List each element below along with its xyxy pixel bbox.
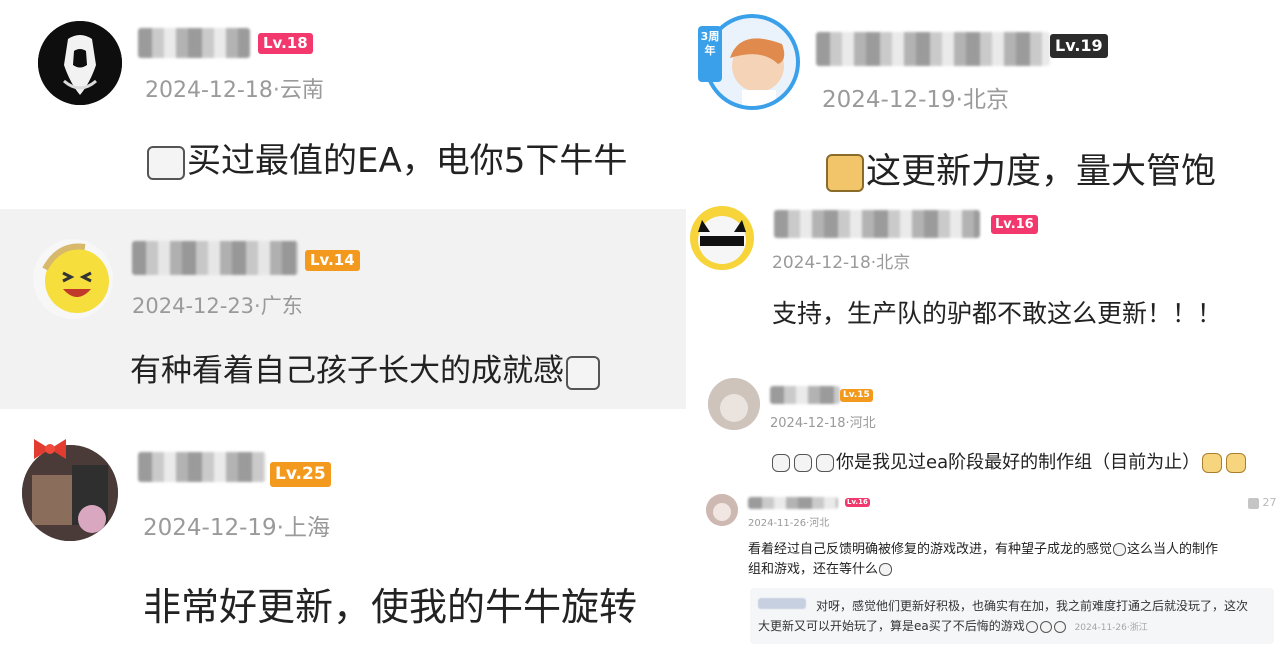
comment-date-location: 2024-12-23·广东 (132, 294, 303, 318)
comment-card-5: Lv.16 2024-12-18·北京 支持，生产队的驴都不敢这么更新！！！ (686, 196, 1280, 356)
comment-card-6: Lv.15 2024-12-18·河北 你是我见过ea阶段最好的制作组（目前为止… (700, 374, 1280, 479)
avatar[interactable] (38, 21, 122, 105)
bear-sticker-icon (1226, 453, 1247, 473)
sticker-icon (1053, 620, 1066, 633)
comment-date-location: 2024-12-19·上海 (143, 515, 330, 541)
avatar-photo-icon (708, 378, 760, 430)
level-badge: Lv.15 (840, 389, 873, 402)
level-badge: Lv.25 (270, 462, 331, 487)
username-blurred[interactable] (816, 32, 1050, 66)
peeking-face-sticker-icon (566, 355, 600, 390)
avatar[interactable] (706, 494, 738, 526)
reply-box[interactable]: 对呀，感觉他们更新好积极，也确实有在加，我之前难度打通之后就没玩了，这次 大更新… (750, 588, 1274, 644)
username-blurred[interactable] (770, 386, 840, 404)
avatar-photo-icon (706, 494, 738, 526)
comment-card-4: 3周年 Lv.19 2024-12-19·北京 这更新力度，量大管饱 (690, 0, 1280, 195)
username-blurred[interactable] (132, 241, 298, 275)
comment-text: 看着经过自己反馈明确被修复的游戏改进，有种望子成龙的感觉 这么当人的制作 组和游戏… (748, 542, 1219, 577)
reply-date-location: 2024-11-26·浙江 (1074, 623, 1148, 633)
comment-card-7: Lv.16 2024-11-26·河北 27 看着经过自己反馈明确被修复的游戏改… (700, 488, 1280, 649)
comment-text: 非常好更新，使我的牛牛旋转 (143, 585, 638, 629)
comment-text: 有种看着自己孩子长大的成就感 (130, 345, 602, 390)
comment-date-location: 2024-12-18·河北 (770, 416, 876, 431)
like-count: 27 (1262, 496, 1277, 509)
reply-text-line2: 大更新又可以开始玩了，算是ea买了不后悔的游戏 2024-11-26·浙江 (758, 619, 1148, 633)
comment-text: 支持，生产队的驴都不敢这么更新！！！ (772, 299, 1223, 328)
avatar[interactable] (690, 206, 754, 270)
level-badge: Lv.19 (1050, 34, 1108, 58)
comment-card-2: Lv.14 2024-12-23·广东 有种看着自己孩子长大的成就感 (0, 209, 686, 409)
bear-sticker-icon (1202, 453, 1223, 473)
comment-text: 这更新力度，量大管饱 (824, 143, 1216, 194)
sticker-icon (1025, 620, 1038, 633)
avatar[interactable] (33, 239, 113, 319)
peeking-face-sticker-icon (794, 454, 812, 472)
avatar-figure-icon (38, 21, 122, 105)
masked-cat-icon (698, 216, 746, 264)
comment-date-location: 2024-12-19·北京 (822, 87, 1009, 113)
thumbs-up-icon (1248, 497, 1259, 509)
username-blurred[interactable] (774, 210, 980, 238)
cat-face-sticker-icon (826, 154, 864, 192)
comment-date-location: 2024-12-18·北京 (772, 253, 911, 273)
comment-date-location: 2024-12-18·云南 (145, 78, 324, 103)
peeking-face-sticker-icon (1113, 543, 1127, 556)
comment-text: 买过最值的EA，电你5下牛牛 (145, 133, 627, 182)
comment-card-1: Lv.18 2024-12-18·云南 买过最值的EA，电你5下牛牛 (0, 0, 690, 205)
laughing-face-icon (42, 243, 109, 313)
bow-icon (30, 437, 70, 461)
level-badge: Lv.14 (305, 250, 360, 271)
anniversary-badge: 3周年 (698, 26, 722, 82)
username-blurred[interactable] (138, 452, 266, 482)
crying-face-sticker-icon (147, 145, 185, 180)
peeking-face-sticker-icon (772, 454, 790, 472)
reply-username-blurred[interactable] (758, 598, 806, 609)
like-button[interactable]: 27 (1248, 496, 1277, 509)
level-badge: Lv.16 (991, 215, 1038, 234)
comment-card-3: Lv.25 2024-12-19·上海 非常好更新，使我的牛牛旋转 (0, 420, 690, 649)
reply-text: 对呀，感觉他们更新好积极，也确实有在加，我之前难度打通之后就没玩了，这次 (816, 599, 1249, 613)
level-badge: Lv.18 (258, 33, 313, 54)
peeking-face-sticker-icon (816, 454, 834, 472)
level-badge: Lv.16 (845, 498, 870, 507)
comment-date-location: 2024-11-26·河北 (748, 518, 830, 529)
username-blurred[interactable] (138, 28, 250, 58)
sticker-icon (1039, 620, 1052, 633)
comment-text: 你是我见过ea阶段最好的制作组（目前为止） (770, 448, 1248, 474)
avatar[interactable] (708, 378, 760, 430)
username-blurred[interactable] (748, 497, 838, 509)
peeking-face-sticker-icon (879, 563, 893, 576)
